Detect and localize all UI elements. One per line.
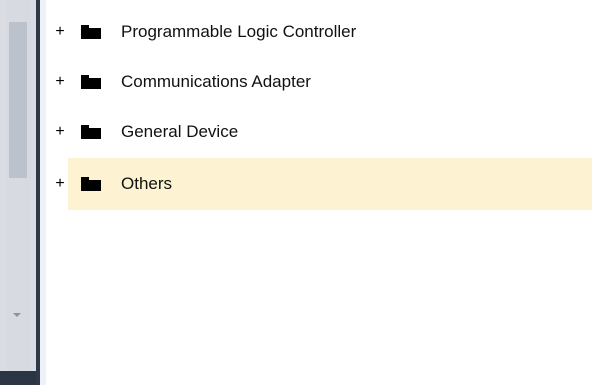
bottom-corner <box>0 371 36 385</box>
scroll-down-arrow-icon[interactable] <box>13 313 21 317</box>
folder-icon <box>81 177 101 191</box>
scrollbar-thumb[interactable] <box>9 22 27 178</box>
tree-item-label: Communications Adapter <box>121 72 311 91</box>
left-panel <box>0 0 36 385</box>
tree-item-others[interactable]: + Others <box>46 158 592 210</box>
folder-icon <box>81 75 101 89</box>
app-window: + Programmable Logic Controller + Commun… <box>0 0 592 385</box>
tree-item-programmable-logic-controller[interactable]: + Programmable Logic Controller <box>46 6 592 58</box>
tree-item-label: Others <box>121 174 173 193</box>
tree-item-general-device[interactable]: + General Device <box>46 106 592 158</box>
expand-icon[interactable]: + <box>54 124 66 140</box>
device-tree: + Programmable Logic Controller + Commun… <box>46 0 592 385</box>
expand-icon[interactable]: + <box>54 24 66 40</box>
tree-item-communications-adapter[interactable]: + Communications Adapter <box>46 56 592 108</box>
folder-icon <box>81 125 101 139</box>
tree-item-label: Programmable Logic Controller <box>121 22 357 41</box>
expand-icon[interactable]: + <box>54 74 66 90</box>
expand-icon[interactable]: + <box>54 176 66 192</box>
folder-icon <box>81 25 101 39</box>
tree-item-label: General Device <box>121 122 239 141</box>
